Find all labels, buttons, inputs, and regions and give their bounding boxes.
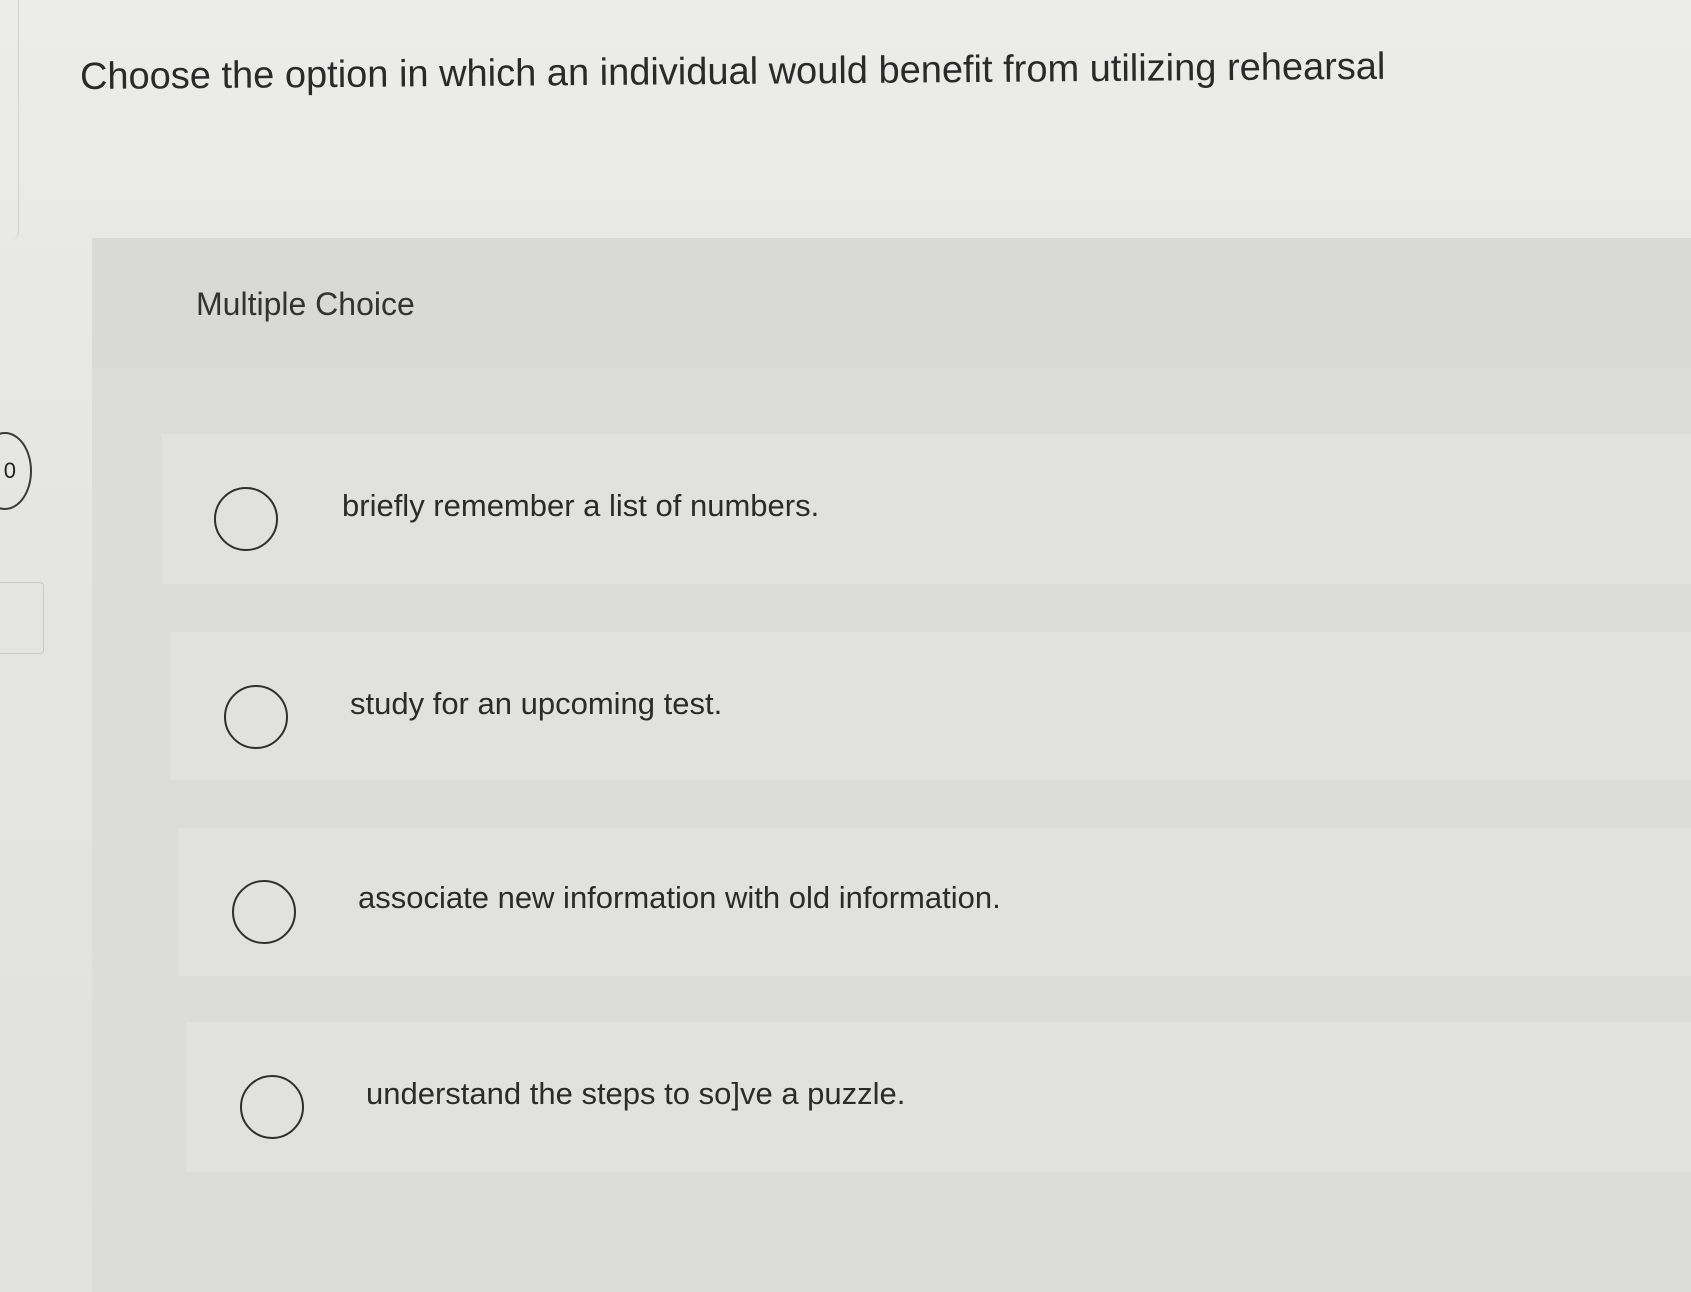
panel-header: Multiple Choice [92, 238, 1691, 368]
multiple-choice-panel: Multiple Choice briefly remember a list … [92, 238, 1691, 1292]
options-list: briefly remember a list of numbers. stud… [162, 434, 1691, 1292]
answer-option-3[interactable]: associate new information with old infor… [178, 828, 1691, 976]
side-panel-box [0, 582, 44, 654]
question-number: 0 [3, 458, 16, 483]
answer-option-label: study for an upcoming test. [350, 686, 723, 721]
radio-button-icon[interactable] [214, 487, 278, 551]
answer-option-4[interactable]: understand the steps to so]ve a puzzle. [186, 1022, 1691, 1172]
answer-option-label: understand the steps to so]ve a puzzle. [366, 1076, 906, 1111]
quiz-page: 0 Choose the option in which an individu… [0, 0, 1691, 1292]
question-type-label: Multiple Choice [196, 286, 415, 322]
question-text: Choose the option in which an individual… [79, 45, 1386, 98]
left-panel-edge [0, 0, 19, 240]
answer-option-2[interactable]: study for an upcoming test. [170, 632, 1691, 780]
answer-option-label: associate new information with old infor… [358, 880, 1001, 915]
radio-button-icon[interactable] [224, 685, 288, 749]
answer-option-1[interactable]: briefly remember a list of numbers. [162, 434, 1691, 584]
answer-option-label: briefly remember a list of numbers. [342, 488, 820, 523]
radio-button-icon[interactable] [232, 880, 296, 944]
radio-button-icon[interactable] [240, 1075, 304, 1139]
question-number-badge[interactable]: 0 [0, 432, 32, 510]
